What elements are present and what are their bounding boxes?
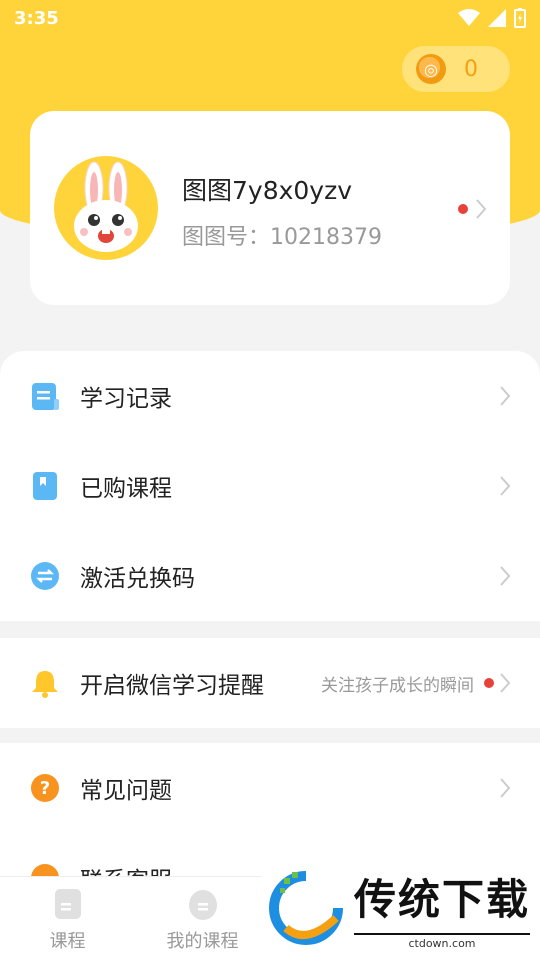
chevron-right-icon xyxy=(500,778,511,798)
menu-item-label: 激活兑换码 xyxy=(80,566,195,592)
menu-item-faq[interactable]: ? 常见问题 xyxy=(0,743,540,833)
watermark-text: 传统下载 ctdown.com xyxy=(354,866,531,950)
menu-item-redeem-code[interactable]: 激活兑换码 xyxy=(0,531,540,621)
tab-course[interactable]: 课程 xyxy=(0,877,135,960)
coin-value: 0 xyxy=(464,56,478,82)
menu-item-label: 开启微信学习提醒 xyxy=(80,673,264,699)
signal-icon xyxy=(488,9,506,27)
battery-icon xyxy=(514,8,526,28)
watermark: 传统下载 ctdown.com xyxy=(262,856,540,960)
watermark-title: 传统下载 xyxy=(354,875,531,924)
notification-dot xyxy=(458,204,468,214)
menu-group-wechat: 开启微信学习提醒 关注孩子成长的瞬间 xyxy=(0,638,540,728)
status-time: 3:35 xyxy=(14,7,59,29)
menu-item-wechat-reminder[interactable]: 开启微信学习提醒 关注孩子成长的瞬间 xyxy=(0,638,540,728)
profile-card[interactable]: 图图7y8x0yzv 图图号：10218379 xyxy=(30,111,510,305)
avatar xyxy=(54,156,158,260)
user-id: 图图号：10218379 xyxy=(182,225,382,250)
username: 图图7y8x0yzv xyxy=(182,176,353,205)
menu-item-label: 已购课程 xyxy=(80,476,172,502)
chevron-right-icon xyxy=(500,386,511,406)
svg-text:?: ? xyxy=(40,778,50,799)
bell-icon xyxy=(30,668,60,698)
question-icon: ? xyxy=(30,773,60,803)
status-icons xyxy=(458,8,526,28)
menu-item-purchased-courses[interactable]: 已购课程 xyxy=(0,441,540,531)
watermark-logo-icon xyxy=(269,871,343,945)
menu-group-learning: 学习记录 已购课程 激活兑换码 xyxy=(0,351,540,621)
chevron-right-icon xyxy=(476,199,487,219)
study-record-icon xyxy=(30,381,60,411)
my-course-tab-icon xyxy=(188,890,217,920)
notification-dot xyxy=(484,678,494,688)
wifi-icon xyxy=(458,9,480,26)
purchased-course-icon xyxy=(30,471,60,501)
watermark-subtitle: ctdown.com xyxy=(354,933,531,950)
menu-item-study-record[interactable]: 学习记录 xyxy=(0,351,540,441)
coin-icon: ◎ xyxy=(416,54,446,84)
chevron-right-icon xyxy=(500,673,511,693)
rabbit-avatar-icon xyxy=(74,161,138,252)
status-bar: 3:35 xyxy=(0,0,540,36)
profile-arrow[interactable] xyxy=(458,198,488,220)
tab-label: 课程 xyxy=(49,931,86,952)
chevron-right-icon xyxy=(500,476,511,496)
redeem-code-icon xyxy=(30,561,60,591)
menu-item-label: 学习记录 xyxy=(80,386,172,412)
chevron-right-icon xyxy=(500,566,511,586)
tab-my-course[interactable]: 我的课程 xyxy=(135,877,270,960)
tab-label: 我的课程 xyxy=(166,931,239,952)
coin-balance-pill[interactable]: ◎ 0 xyxy=(402,46,510,92)
menu-item-hint: 关注孩子成长的瞬间 xyxy=(321,675,474,696)
course-tab-icon xyxy=(54,889,81,919)
menu-item-label: 常见问题 xyxy=(80,778,172,804)
